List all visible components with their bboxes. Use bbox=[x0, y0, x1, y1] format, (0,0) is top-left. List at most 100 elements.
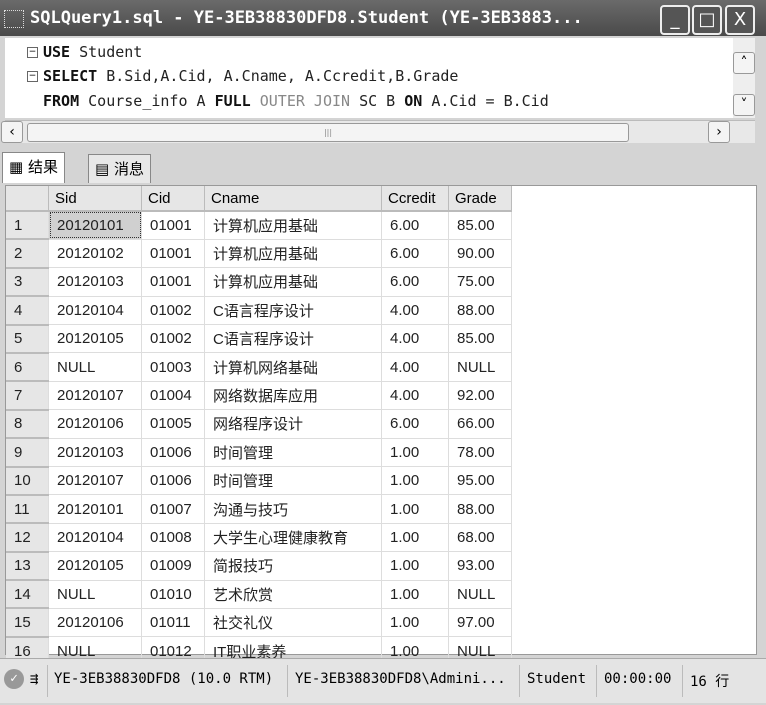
cell-sid[interactable]: NULL bbox=[48, 352, 142, 382]
scroll-right-icon[interactable]: › bbox=[708, 121, 730, 143]
sql-editor[interactable]: − − USE Student SELECT B.Sid,A.Cid, A.Cn… bbox=[5, 38, 755, 118]
row-number[interactable]: 5 bbox=[6, 324, 49, 354]
minimize-button[interactable]: _ bbox=[660, 5, 690, 35]
cell-cname[interactable]: 时间管理 bbox=[204, 466, 382, 496]
cell-cname[interactable]: C语言程序设计 bbox=[204, 324, 382, 354]
row-number[interactable]: 13 bbox=[6, 551, 49, 582]
cell-cname[interactable]: 沟通与技巧 bbox=[204, 494, 382, 524]
cell-sid[interactable]: 20120104 bbox=[48, 296, 142, 326]
cell-grade[interactable]: 93.00 bbox=[448, 551, 512, 581]
row-number[interactable]: 14 bbox=[6, 580, 49, 610]
cell-sid[interactable]: NULL bbox=[48, 580, 142, 609]
column-header-sid[interactable]: Sid bbox=[48, 186, 142, 212]
cell-ccredit[interactable]: 1.00 bbox=[381, 494, 449, 524]
table-row[interactable]: 6 NULL 01003 计算机网络基础 4.00 NULL bbox=[6, 352, 512, 383]
cell-cid[interactable]: 01001 bbox=[141, 211, 205, 240]
row-number[interactable]: 8 bbox=[6, 409, 49, 440]
cell-ccredit[interactable]: 1.00 bbox=[381, 608, 449, 638]
cell-sid[interactable]: 20120106 bbox=[48, 608, 142, 638]
cell-grade[interactable]: 85.00 bbox=[448, 324, 512, 354]
cell-sid[interactable]: 20120105 bbox=[48, 324, 142, 354]
cell-grade[interactable]: 85.00 bbox=[448, 211, 512, 240]
table-row[interactable]: 2 20120102 01001 计算机应用基础 6.00 90.00 bbox=[6, 239, 512, 269]
results-grid[interactable]: Sid Cid Cname Ccredit Grade 1 20120101 01001 计算… bbox=[5, 185, 757, 667]
cell-cid[interactable]: 01006 bbox=[141, 466, 205, 496]
tab-results[interactable]: ▦ 结果 bbox=[2, 152, 65, 183]
cell-ccredit[interactable]: 1.00 bbox=[381, 523, 449, 553]
cell-grade[interactable]: 92.00 bbox=[448, 381, 512, 411]
cell-grade[interactable]: 97.00 bbox=[448, 608, 512, 638]
cell-sid[interactable]: 20120105 bbox=[48, 551, 142, 581]
row-number[interactable]: 7 bbox=[6, 381, 49, 411]
cell-grade[interactable]: NULL bbox=[448, 580, 512, 609]
cell-ccredit[interactable]: 4.00 bbox=[381, 381, 449, 411]
table-row[interactable]: 1 20120101 01001 计算机应用基础 6.00 85.00 bbox=[6, 211, 512, 241]
cell-cname[interactable]: 时间管理 bbox=[204, 438, 382, 468]
column-header-grade[interactable]: Grade bbox=[448, 186, 512, 212]
cell-sid[interactable]: 20120101 bbox=[48, 211, 142, 240]
cell-sid[interactable]: 20120103 bbox=[48, 267, 142, 297]
column-header-ccredit[interactable]: Ccredit bbox=[381, 186, 449, 212]
row-number[interactable]: 6 bbox=[6, 352, 49, 383]
cell-cname[interactable]: 艺术欣赏 bbox=[204, 580, 382, 609]
row-number[interactable]: 1 bbox=[6, 211, 49, 241]
cell-cid[interactable]: 01007 bbox=[141, 494, 205, 524]
cell-cname[interactable]: 大学生心理健康教育 bbox=[204, 523, 382, 553]
cell-cid[interactable]: 01001 bbox=[141, 267, 205, 297]
row-number[interactable]: 11 bbox=[6, 494, 49, 525]
table-row[interactable]: 9 20120103 01006 时间管理 1.00 78.00 bbox=[6, 438, 512, 468]
column-header-cid[interactable]: Cid bbox=[141, 186, 205, 212]
table-row[interactable]: 12 20120104 01008 大学生心理健康教育 1.00 68.00 bbox=[6, 523, 512, 553]
cell-cid[interactable]: 01010 bbox=[141, 580, 205, 609]
cell-grade[interactable]: 75.00 bbox=[448, 267, 512, 297]
cell-ccredit[interactable]: 4.00 bbox=[381, 352, 449, 382]
cell-sid[interactable]: 20120102 bbox=[48, 239, 142, 269]
scroll-up-icon[interactable]: ˄ bbox=[733, 52, 755, 74]
cell-cid[interactable]: 01004 bbox=[141, 381, 205, 411]
cell-grade[interactable]: 95.00 bbox=[448, 466, 512, 496]
cell-cname[interactable]: 计算机应用基础 bbox=[204, 211, 382, 240]
corner-header[interactable] bbox=[6, 186, 49, 212]
table-row[interactable]: 15 20120106 01011 社交礼仪 1.00 97.00 bbox=[6, 608, 512, 638]
cell-ccredit[interactable]: 6.00 bbox=[381, 239, 449, 269]
cell-cname[interactable]: C语言程序设计 bbox=[204, 296, 382, 326]
cell-grade[interactable]: 88.00 bbox=[448, 494, 512, 524]
table-row[interactable]: 14 NULL 01010 艺术欣赏 1.00 NULL bbox=[6, 580, 512, 610]
cell-ccredit[interactable]: 1.00 bbox=[381, 466, 449, 496]
cell-cid[interactable]: 01001 bbox=[141, 239, 205, 269]
cell-cname[interactable]: 简报技巧 bbox=[204, 551, 382, 581]
cell-cid[interactable]: 01002 bbox=[141, 296, 205, 326]
cell-cid[interactable]: 01008 bbox=[141, 523, 205, 553]
cell-ccredit[interactable]: 4.00 bbox=[381, 324, 449, 354]
cell-cname[interactable]: 社交礼仪 bbox=[204, 608, 382, 638]
cell-cname[interactable]: 网络程序设计 bbox=[204, 409, 382, 439]
cell-cname[interactable]: 网络数据库应用 bbox=[204, 381, 382, 411]
cell-grade[interactable]: 66.00 bbox=[448, 409, 512, 439]
cell-grade[interactable]: 90.00 bbox=[448, 239, 512, 269]
table-row[interactable]: 10 20120107 01006 时间管理 1.00 95.00 bbox=[6, 466, 512, 496]
table-row[interactable]: 3 20120103 01001 计算机应用基础 6.00 75.00 bbox=[6, 267, 512, 298]
table-row[interactable]: 13 20120105 01009 简报技巧 1.00 93.00 bbox=[6, 551, 512, 582]
table-row[interactable]: 5 20120105 01002 C语言程序设计 4.00 85.00 bbox=[6, 324, 512, 354]
scroll-down-icon[interactable]: ˅ bbox=[733, 94, 755, 116]
row-number[interactable]: 4 bbox=[6, 296, 49, 326]
cell-grade[interactable]: 78.00 bbox=[448, 438, 512, 468]
cell-sid[interactable]: 20120107 bbox=[48, 466, 142, 496]
cell-ccredit[interactable]: 1.00 bbox=[381, 580, 449, 609]
maximize-button[interactable]: □ bbox=[692, 5, 722, 35]
cell-grade[interactable]: 68.00 bbox=[448, 523, 512, 553]
row-number[interactable]: 10 bbox=[6, 466, 49, 496]
cell-sid[interactable]: 20120104 bbox=[48, 523, 142, 553]
table-row[interactable]: 11 20120101 01007 沟通与技巧 1.00 88.00 bbox=[6, 494, 512, 525]
cell-cname[interactable]: 计算机网络基础 bbox=[204, 352, 382, 382]
horizontal-scrollbar[interactable]: ‹ ||| › bbox=[1, 120, 755, 143]
cell-ccredit[interactable]: 4.00 bbox=[381, 296, 449, 326]
cell-cid[interactable]: 01006 bbox=[141, 438, 205, 468]
row-number[interactable]: 3 bbox=[6, 267, 49, 298]
cell-cid[interactable]: 01009 bbox=[141, 551, 205, 581]
row-number[interactable]: 2 bbox=[6, 239, 49, 269]
cell-ccredit[interactable]: 6.00 bbox=[381, 409, 449, 439]
table-row[interactable]: 7 20120107 01004 网络数据库应用 4.00 92.00 bbox=[6, 381, 512, 411]
cell-cid[interactable]: 01002 bbox=[141, 324, 205, 354]
collapse-icon[interactable]: − bbox=[27, 71, 38, 82]
